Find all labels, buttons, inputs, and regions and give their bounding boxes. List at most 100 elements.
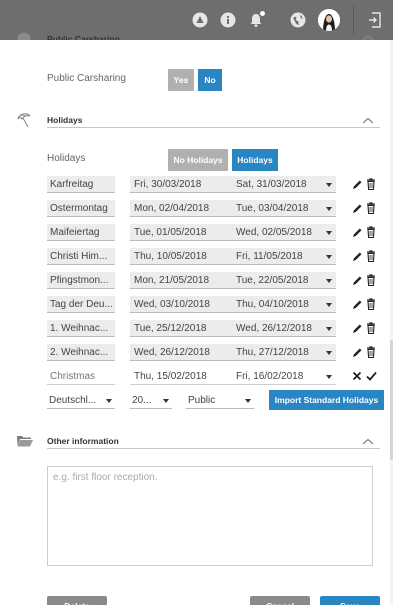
edit-pencil-icon[interactable] [351, 225, 363, 239]
holiday-end-date: Tue, 03/04/2018 [236, 203, 309, 214]
holiday-start-date: Thu, 10/05/2018 [134, 251, 207, 262]
caret-down-icon [326, 207, 332, 211]
holiday-date-range[interactable]: Tue, 01/05/2018 Wed, 02/05/2018 [130, 224, 336, 241]
save-button[interactable]: Save [320, 596, 380, 605]
holiday-end-date: Fri, 11/05/2018 [236, 251, 303, 262]
edit-pencil-icon[interactable] [351, 345, 363, 359]
holiday-name-field[interactable]: 2. Weihnac... [47, 344, 115, 361]
new-holiday-end-date: Fri, 16/02/2018 [236, 371, 304, 382]
delete-trash-icon[interactable] [365, 225, 377, 239]
new-holiday-name-input[interactable] [47, 368, 115, 385]
delete-trash-icon[interactable] [365, 273, 377, 287]
delete-trash-icon[interactable] [365, 321, 377, 335]
avatar[interactable] [318, 9, 340, 31]
holiday-start-date: Mon, 02/04/2018 [134, 203, 210, 214]
holiday-start-date: Wed, 03/10/2018 [134, 299, 210, 310]
bell-icon[interactable] [247, 11, 265, 29]
year-select-value: 20... [132, 395, 152, 406]
holiday-start-date: Mon, 21/05/2018 [134, 275, 210, 286]
type-select[interactable]: Public [186, 392, 254, 409]
edit-pencil-icon[interactable] [351, 201, 363, 215]
carsharing-label: Public Carsharing [47, 73, 126, 84]
holiday-row: 1. Weihnac... Tue, 25/12/2018 Wed, 26/12/2… [47, 320, 383, 337]
holiday-date-range[interactable]: Tue, 25/12/2018 Wed, 26/12/2018 [130, 320, 336, 337]
holiday-name-field[interactable]: Pfingstmon... [47, 272, 115, 289]
notification-dot [260, 11, 265, 16]
delete-button[interactable]: Delete [47, 596, 107, 605]
edit-pencil-icon[interactable] [351, 297, 363, 311]
holidays-button[interactable]: Holidays [232, 149, 278, 171]
chevron-up-icon[interactable] [362, 116, 374, 127]
holiday-start-date: Tue, 01/05/2018 [134, 227, 207, 238]
caret-down-icon [163, 399, 169, 403]
cancel-button[interactable]: Cancel [250, 596, 310, 605]
other-information-section-title: Other information [47, 436, 119, 446]
holiday-date-range[interactable]: Mon, 21/05/2018 Tue, 22/05/2018 [130, 272, 336, 289]
edit-pencil-icon[interactable] [351, 273, 363, 287]
holiday-end-date: Tue, 22/05/2018 [236, 275, 309, 286]
new-holiday-start-date: Thu, 15/02/2018 [134, 371, 207, 382]
no-holidays-button[interactable]: No Holidays [168, 149, 228, 171]
delete-trash-icon[interactable] [365, 345, 377, 359]
holiday-date-range[interactable]: Thu, 10/05/2018 Fri, 11/05/2018 [130, 248, 336, 265]
caret-down-icon [326, 351, 332, 355]
edit-pencil-icon[interactable] [351, 321, 363, 335]
holiday-end-date: Sat, 31/03/2018 [236, 179, 307, 190]
caret-down-icon [326, 183, 332, 187]
globe-icon[interactable] [289, 11, 307, 29]
holiday-date-range[interactable]: Fri, 30/03/2018 Sat, 31/03/2018 [130, 176, 336, 193]
other-information-section-header[interactable]: Other information [47, 435, 380, 449]
logout-icon[interactable] [366, 11, 384, 29]
holiday-end-date: Wed, 02/05/2018 [236, 227, 312, 238]
country-select[interactable]: Deutschl... [47, 392, 115, 409]
holiday-end-date: Wed, 26/12/2018 [236, 323, 312, 334]
folder-icon [16, 434, 34, 451]
confirm-check-icon[interactable] [365, 369, 377, 383]
edit-pencil-icon[interactable] [351, 249, 363, 263]
holiday-name-field[interactable]: Ostermontag [47, 200, 115, 217]
other-information-textarea[interactable] [47, 466, 373, 566]
delete-trash-icon[interactable] [365, 177, 377, 191]
holiday-name-field[interactable]: Tag der Deu... [47, 296, 115, 313]
info-icon[interactable] [219, 11, 237, 29]
edit-pencil-icon[interactable] [351, 177, 363, 191]
holiday-name-field[interactable]: Maifeiertag [47, 224, 115, 241]
holiday-name-field[interactable]: 1. Weihnac... [47, 320, 115, 337]
no-button[interactable]: No [198, 69, 222, 91]
caret-down-icon [245, 399, 251, 403]
holidays-section-header[interactable]: Holidays [47, 114, 380, 128]
cancel-x-icon[interactable] [351, 369, 363, 383]
umbrella-icon [16, 112, 34, 131]
delete-trash-icon[interactable] [365, 201, 377, 215]
holiday-row: Maifeiertag Tue, 01/05/2018 Wed, 02/05/201… [47, 224, 383, 241]
caret-down-icon [106, 399, 112, 403]
holiday-date-range[interactable]: Mon, 02/04/2018 Tue, 03/04/2018 [130, 200, 336, 217]
holiday-name-field[interactable]: Karfreitag [47, 176, 115, 193]
import-standard-holidays-button[interactable]: Import Standard Holidays [269, 390, 384, 410]
holiday-row: 2. Weihnac... Wed, 26/12/2018 Thu, 27/12/2… [47, 344, 383, 361]
caret-down-icon [326, 279, 332, 283]
topbar-overlap-mask [0, 40, 393, 50]
holiday-start-date: Tue, 25/12/2018 [134, 323, 207, 334]
holiday-row: Pfingstmon... Mon, 21/05/2018 Tue, 22/05/2… [47, 272, 383, 289]
holiday-date-range[interactable]: Wed, 26/12/2018 Thu, 27/12/2018 [130, 344, 336, 361]
holiday-name-field[interactable]: Christi Him... [47, 248, 115, 265]
caret-down-icon [326, 255, 332, 259]
warning-triangle-icon[interactable] [191, 11, 209, 29]
holiday-start-date: Wed, 26/12/2018 [134, 347, 210, 358]
new-holiday-row: Thu, 15/02/2018 Fri, 16/02/2018 [47, 368, 383, 385]
holiday-end-date: Thu, 04/10/2018 [236, 299, 309, 310]
new-holiday-date-range[interactable]: Thu, 15/02/2018 Fri, 16/02/2018 [130, 368, 336, 385]
year-select[interactable]: 20... [130, 392, 172, 409]
holidays-label: Holidays [47, 153, 86, 164]
yes-button[interactable]: Yes [168, 69, 194, 91]
chevron-up-icon[interactable] [362, 437, 374, 448]
delete-trash-icon[interactable] [365, 297, 377, 311]
holiday-row: Ostermontag Mon, 02/04/2018 Tue, 03/04/201… [47, 200, 383, 217]
type-select-value: Public [188, 395, 216, 406]
holiday-start-date: Fri, 30/03/2018 [134, 179, 202, 190]
holiday-row: Tag der Deu... Wed, 03/10/2018 Thu, 04/10/… [47, 296, 383, 313]
country-select-value: Deutschl... [49, 395, 97, 406]
delete-trash-icon[interactable] [365, 249, 377, 263]
holiday-date-range[interactable]: Wed, 03/10/2018 Thu, 04/10/2018 [130, 296, 336, 313]
